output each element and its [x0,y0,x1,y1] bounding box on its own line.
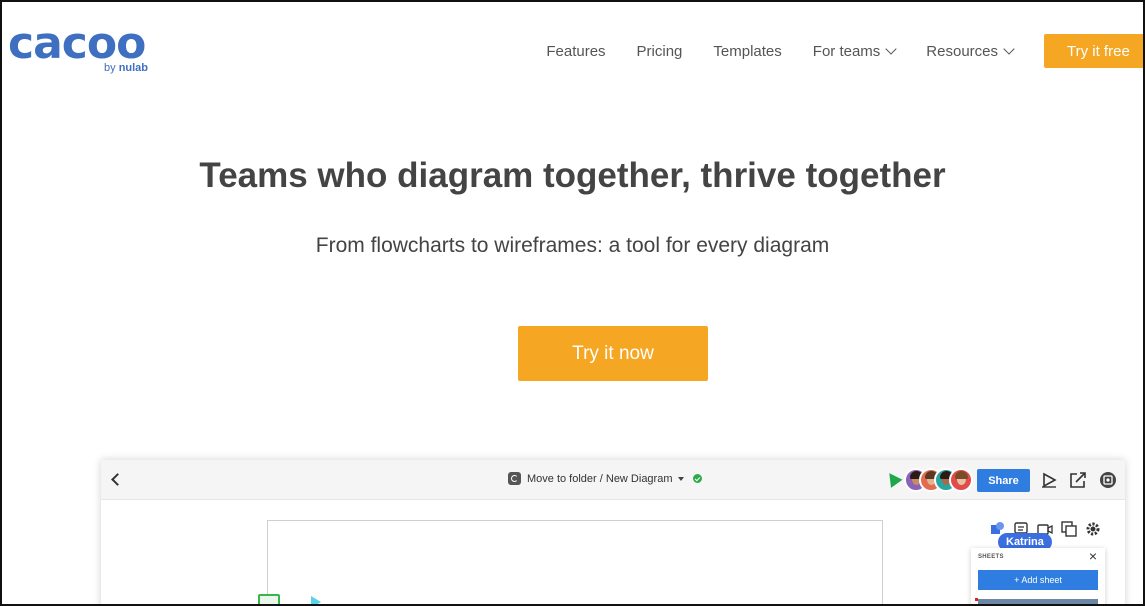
hero-subtitle: From flowcharts to wireframes: a tool fo… [315,234,830,257]
export-icon[interactable] [1069,471,1087,489]
hero-title: Teams who diagram together, thrive toget… [199,156,946,195]
chevron-down-icon [885,42,897,55]
nav-features[interactable]: Features [546,43,605,60]
cacoo-app-icon [508,472,521,485]
play-icon[interactable] [1041,472,1057,488]
logo-byline: by nulab [104,62,148,74]
nav-pricing-label: Pricing [636,42,683,60]
app-toolbar: Move to folder / New Diagram Share [101,460,1125,500]
duplicate-icon[interactable] [1061,521,1077,537]
collaborator-avatars [904,468,973,492]
chevron-down-icon [1003,42,1015,55]
shape-widget[interactable] [258,594,280,606]
caret-down-icon[interactable] [677,476,684,481]
check-circle-icon [692,474,702,483]
avatar[interactable] [949,468,973,492]
account-icon[interactable] [1099,471,1117,489]
sheet-thumbnail[interactable] [978,599,1098,606]
nav-for-teams[interactable]: For teams [812,42,897,60]
collaborator-cursor-icon [883,469,903,488]
try-it-now-button[interactable]: Try it now [518,326,708,381]
back-arrow-icon[interactable] [111,473,124,486]
share-button[interactable]: Share [977,469,1030,492]
breadcrumb: Move to folder / New Diagram [527,472,673,485]
logo-brand: nulab [118,62,149,74]
logo-by: by [104,62,116,74]
logo-wordmark: cacoo [8,18,146,69]
nav-templates[interactable]: Templates [713,43,781,60]
nav-resources[interactable]: Resources [926,42,1015,60]
sheets-panel: SHEETS × + Add sheet [971,548,1105,606]
add-sheet-button[interactable]: + Add sheet [978,570,1098,590]
nav-for-teams-label: For teams [812,42,881,60]
diagram-canvas[interactable] [267,520,883,606]
try-it-free-button[interactable]: Try it free [1044,34,1145,68]
sheets-title: SHEETS [978,554,1004,560]
nav-resources-label: Resources [926,42,998,60]
cacoo-logo[interactable]: cacoo by nulab [8,22,158,78]
close-icon[interactable]: × [1089,548,1097,564]
document-title[interactable]: Move to folder / New Diagram [508,472,702,485]
nav-templates-label: Templates [713,42,782,60]
app-preview: Move to folder / New Diagram Share Katri… [101,460,1125,606]
shape-widget[interactable] [311,596,321,606]
main-nav: Features Pricing Templates For teams Res… [546,34,1145,68]
nav-features-label: Features [546,42,606,60]
nav-pricing[interactable]: Pricing [637,43,683,60]
settings-icon[interactable] [1085,521,1101,537]
